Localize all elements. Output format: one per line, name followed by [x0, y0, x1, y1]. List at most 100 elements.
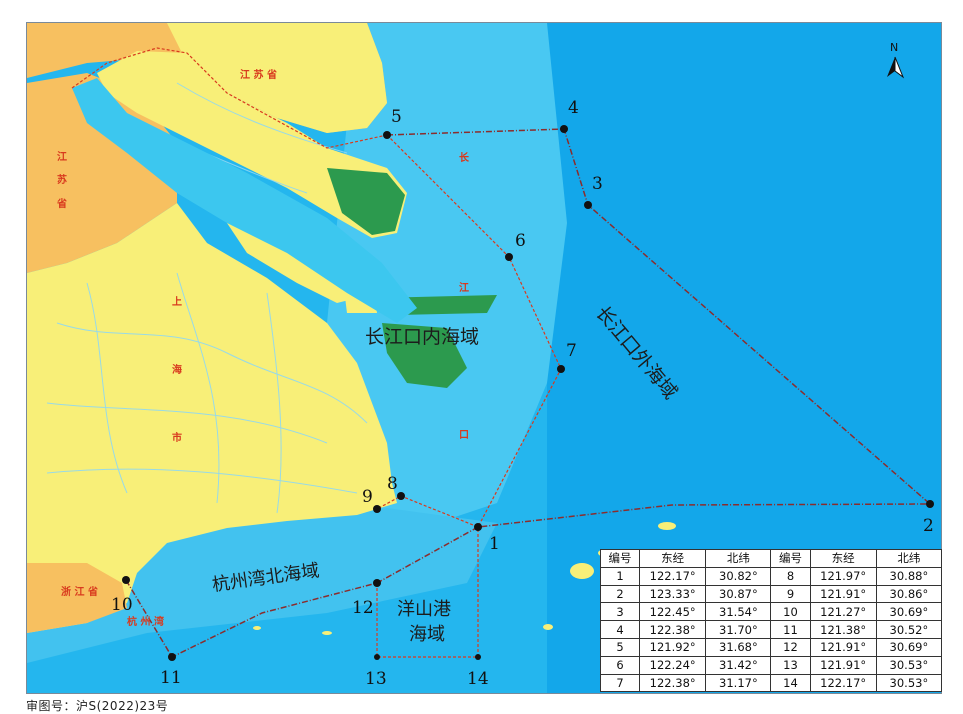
cell: 122.45°	[639, 602, 707, 622]
cell: 121.38°	[809, 620, 877, 639]
inner-sea-label: 长江口内海域	[365, 326, 479, 348]
cell: 123.33°	[639, 584, 707, 604]
table-row: 5 121.92° 31.68° 12 121.91° 30.69°	[599, 637, 943, 657]
cell: 31.42°	[705, 655, 772, 675]
point-label-8: 8	[387, 474, 398, 494]
zhejiang-name: 浙 江 省	[61, 585, 98, 598]
cell: 12	[770, 637, 811, 657]
cell: 30.88°	[875, 566, 943, 586]
header-lat-2: 北纬	[875, 549, 943, 568]
point-3	[584, 201, 592, 209]
point-label-12: 12	[352, 598, 374, 618]
cell: 30.86°	[875, 584, 943, 604]
cell: 4	[599, 620, 641, 639]
cell: 14	[770, 673, 811, 693]
cell: 5	[599, 637, 641, 657]
point-label-14: 14	[467, 669, 489, 689]
point-label-3: 3	[592, 174, 603, 194]
point-label-13: 13	[365, 669, 387, 689]
cell: 1	[599, 566, 641, 586]
cell: 30.87°	[705, 584, 772, 604]
cell: 9	[770, 584, 811, 604]
point-label-5: 5	[391, 107, 402, 127]
table-row: 3 122.45° 31.54° 10 121.27° 30.69°	[599, 602, 943, 622]
cell: 121.97°	[809, 566, 877, 586]
point-2	[926, 500, 934, 508]
cell: 121.91°	[809, 655, 877, 675]
point-9	[373, 505, 381, 513]
table-row: 2 123.33° 30.87° 9 121.91° 30.86°	[599, 584, 943, 604]
coordinate-table: 编号 东经 北纬 编号 东经 北纬 1 122.17° 30.82° 8 121…	[599, 549, 943, 693]
cell: 121.27°	[809, 602, 877, 622]
cell: 122.38°	[639, 620, 707, 639]
header-num-1: 编号	[599, 549, 641, 568]
jiangsu-north-name: 江 苏 省	[240, 68, 277, 81]
table-row: 7 122.38° 31.17° 14 122.17° 30.53°	[599, 673, 943, 693]
header-lng-2: 东经	[809, 549, 877, 568]
cell: 121.91°	[809, 584, 877, 604]
cell: 30.82°	[705, 566, 772, 586]
shanghai-name-2: 海	[172, 363, 182, 376]
cell: 10	[770, 602, 811, 622]
point-label-10: 10	[111, 595, 133, 615]
yangshan-label-line1: 洋山港	[397, 599, 451, 620]
point-4	[560, 125, 568, 133]
point-label-1: 1	[489, 534, 500, 554]
cell: 30.53°	[875, 655, 943, 675]
cell: 30.69°	[875, 602, 943, 622]
cell: 121.91°	[809, 637, 877, 657]
shanghai-name-1: 上	[172, 295, 182, 308]
cell: 122.17°	[639, 566, 707, 586]
changjiang-name-1: 长	[459, 151, 470, 164]
header-num-2: 编号	[770, 549, 811, 568]
jiangsu-west-name-1: 江	[57, 150, 67, 163]
jiangsu-west-name-3: 省	[56, 197, 67, 210]
cell: 122.38°	[639, 673, 707, 693]
cell: 3	[599, 602, 641, 622]
point-label-2: 2	[923, 516, 934, 536]
table-header-row: 编号 东经 北纬 编号 东经 北纬	[599, 549, 943, 568]
cell: 30.69°	[875, 637, 943, 657]
cell: 30.52°	[875, 620, 943, 639]
hangzhouwan-name: 杭 州 湾	[127, 615, 164, 628]
table-row: 1 122.17° 30.82° 8 121.97° 30.88°	[599, 566, 943, 586]
cell: 122.17°	[809, 673, 877, 693]
jiangsu-west-name-2: 苏	[57, 173, 67, 186]
header-lng-1: 东经	[639, 549, 707, 568]
point-6	[505, 253, 513, 261]
changjiang-name-3: 口	[459, 430, 469, 441]
cell: 31.70°	[705, 620, 772, 639]
cell: 7	[599, 673, 641, 693]
point-10	[122, 576, 130, 584]
table-row: 4 122.38° 31.70° 11 121.38° 30.52°	[599, 620, 943, 639]
point-1	[474, 523, 482, 531]
cell: 31.54°	[705, 602, 772, 622]
cell: 31.68°	[705, 637, 772, 657]
north-letter: N	[890, 41, 898, 54]
point-label-7: 7	[566, 341, 577, 361]
cell: 13	[770, 655, 811, 675]
changjiang-name-2: 江	[459, 281, 469, 294]
shanghai-name-3: 市	[172, 431, 182, 444]
point-label-9: 9	[362, 487, 373, 507]
cell: 2	[599, 584, 641, 604]
point-7	[557, 365, 565, 373]
yangshan-label-line2: 海域	[409, 624, 445, 645]
cell: 11	[770, 620, 811, 639]
cell: 6	[599, 655, 641, 675]
cell: 122.24°	[639, 655, 707, 675]
point-label-4: 4	[568, 98, 579, 118]
header-lat-1: 北纬	[705, 549, 772, 568]
point-8	[397, 492, 405, 500]
cell: 30.53°	[875, 673, 943, 693]
point-label-11: 11	[160, 668, 182, 688]
table-row: 6 122.24° 31.42° 13 121.91° 30.53°	[599, 655, 943, 675]
point-14	[475, 654, 481, 660]
cell: 8	[770, 566, 811, 586]
point-13	[374, 654, 380, 660]
point-12	[373, 579, 381, 587]
point-5	[383, 131, 391, 139]
cell: 31.17°	[705, 673, 772, 693]
cell: 121.92°	[639, 637, 707, 657]
point-11	[168, 653, 176, 661]
